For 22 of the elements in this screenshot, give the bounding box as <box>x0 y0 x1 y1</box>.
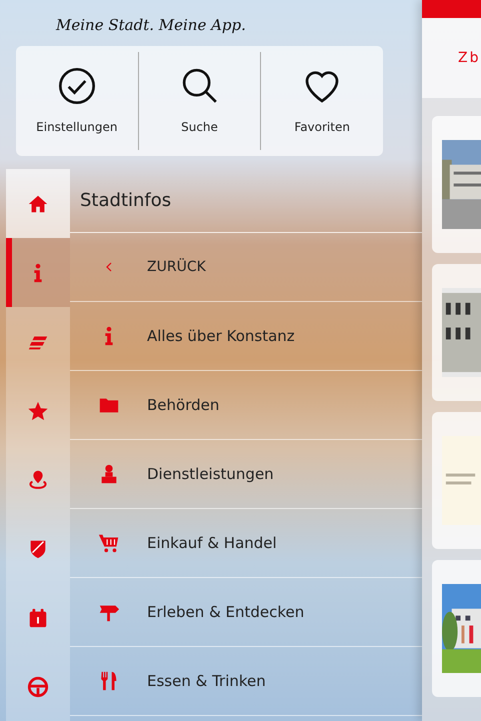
top-bar <box>422 0 481 18</box>
menu-item[interactable]: Behörden <box>70 371 422 440</box>
shopping-cart-icon <box>98 532 120 554</box>
content-heading: Zb <box>458 48 480 68</box>
menu-title: Stadtinfos <box>80 189 172 213</box>
calendar-icon <box>27 606 49 628</box>
tagline: Meine Stadt. Meine App. <box>56 14 246 36</box>
back-item[interactable]: ZURÜCK <box>70 233 422 302</box>
menu-item[interactable]: Alles über Konstanz <box>70 302 422 371</box>
quick-action-button[interactable]: Einstellungen <box>16 52 138 150</box>
menu-item[interactable]: Erleben & Entdecken <box>70 578 422 647</box>
content-card[interactable] <box>432 264 481 401</box>
chevron-left-icon <box>104 262 114 272</box>
quick-action-button[interactable]: Favoriten <box>260 52 384 150</box>
steering-wheel-icon <box>27 676 49 698</box>
star-icon <box>27 400 49 422</box>
quick-action-button[interactable]: Suche <box>138 52 260 150</box>
menu-item[interactable]: Dienstleistungen <box>70 440 422 509</box>
menu-item[interactable]: Essen & Trinken <box>70 647 422 716</box>
check-circle-icon <box>56 66 97 106</box>
location-pin-icon <box>27 468 49 490</box>
menu-item[interactable]: Einkauf & Handel <box>70 509 422 578</box>
